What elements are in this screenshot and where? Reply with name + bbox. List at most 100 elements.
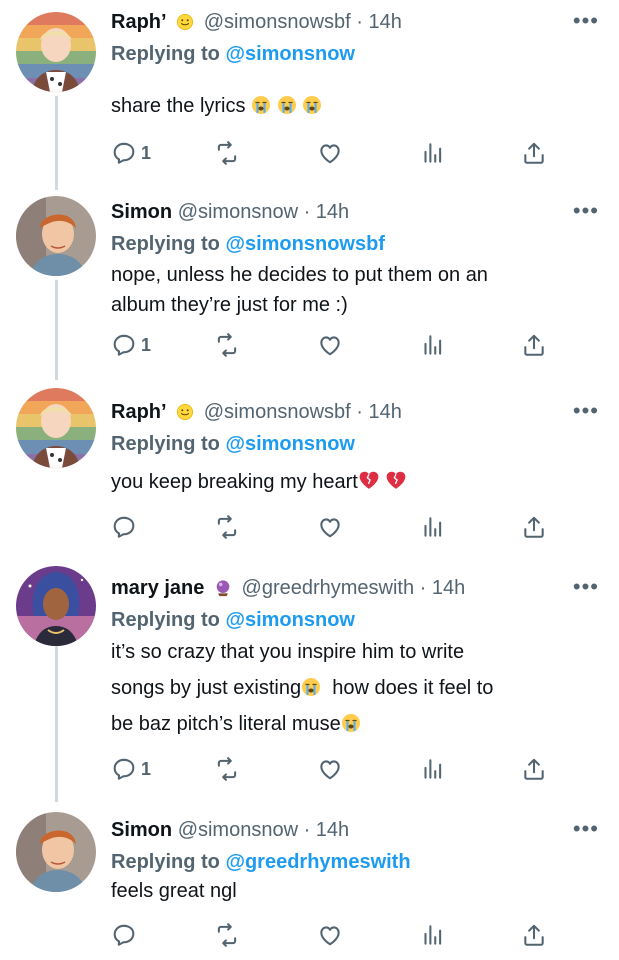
broken-heart-emoji bbox=[385, 469, 407, 491]
share-button[interactable] bbox=[521, 756, 547, 782]
sob-emoji bbox=[277, 95, 297, 115]
tweet-text: nope, unless he decides to put them on a… bbox=[111, 260, 601, 320]
tweet-text: share the lyrics bbox=[111, 92, 601, 120]
share-button[interactable] bbox=[521, 140, 547, 166]
like-icon bbox=[317, 756, 343, 782]
tweet-text-line: album they’re just for me :) bbox=[111, 294, 348, 316]
share-button[interactable] bbox=[521, 332, 547, 358]
like-icon bbox=[317, 140, 343, 166]
timestamp[interactable]: · 14h bbox=[304, 201, 350, 223]
tweet-text-segment: be baz pitch’s literal muse bbox=[111, 713, 341, 735]
avatar[interactable] bbox=[16, 812, 96, 892]
timestamp[interactable]: · 14h bbox=[356, 401, 402, 423]
smiley-emoji bbox=[176, 403, 194, 421]
handle[interactable]: @simonsnow bbox=[178, 201, 298, 223]
handle[interactable]: @simonsnowsbf bbox=[204, 11, 351, 33]
avatar[interactable] bbox=[16, 196, 96, 276]
reply-button[interactable]: 1 bbox=[111, 756, 151, 782]
tweet-header: Raph’ @simonsnowsbf · 14h bbox=[111, 398, 402, 426]
more-icon[interactable]: ••• bbox=[573, 8, 599, 34]
sob-emoji bbox=[341, 713, 361, 733]
timestamp[interactable]: · 14h bbox=[420, 577, 466, 599]
like-icon bbox=[317, 922, 343, 948]
views-icon bbox=[419, 922, 445, 948]
tweet-header: mary jane @greedrhymeswith · 14h bbox=[111, 574, 465, 602]
share-icon bbox=[521, 332, 547, 358]
display-name[interactable]: Raph’ bbox=[111, 401, 167, 423]
timestamp[interactable]: · 14h bbox=[356, 11, 402, 33]
views-button[interactable] bbox=[419, 922, 445, 948]
retweet-button[interactable] bbox=[214, 140, 240, 166]
views-icon bbox=[419, 514, 445, 540]
replying-prefix: Replying to bbox=[111, 433, 220, 455]
reply-icon bbox=[111, 922, 137, 948]
reply-button[interactable]: 1 bbox=[111, 332, 151, 358]
like-button[interactable] bbox=[317, 140, 343, 166]
display-name[interactable]: Simon bbox=[111, 201, 172, 223]
like-button[interactable] bbox=[317, 756, 343, 782]
retweet-icon bbox=[214, 922, 240, 948]
display-name[interactable]: Simon bbox=[111, 819, 172, 841]
replying-prefix: Replying to bbox=[111, 851, 220, 873]
avatar[interactable] bbox=[16, 12, 96, 92]
broken-heart-emoji bbox=[358, 469, 380, 491]
tweet[interactable]: Simon @simonsnow · 14h ••• Replying to @… bbox=[0, 808, 619, 960]
mention-link[interactable]: @simonsnow bbox=[225, 609, 355, 631]
tweet-header: Raph’ @simonsnowsbf · 14h bbox=[111, 8, 402, 36]
views-icon bbox=[419, 140, 445, 166]
thread-line bbox=[55, 96, 58, 190]
handle[interactable]: @greedrhymeswith bbox=[242, 577, 415, 599]
views-button[interactable] bbox=[419, 332, 445, 358]
reply-button[interactable] bbox=[111, 514, 141, 540]
like-button[interactable] bbox=[317, 332, 343, 358]
share-icon bbox=[521, 514, 547, 540]
more-icon[interactable]: ••• bbox=[573, 574, 599, 600]
tweet-text: feels great ngl bbox=[111, 876, 601, 906]
tweet-text-line: be baz pitch’s literal muse bbox=[111, 706, 601, 742]
retweet-button[interactable] bbox=[214, 756, 240, 782]
retweet-button[interactable] bbox=[214, 922, 240, 948]
share-button[interactable] bbox=[521, 514, 547, 540]
tweet[interactable]: mary jane @greedrhymeswith · 14h ••• Rep… bbox=[0, 566, 619, 802]
views-button[interactable] bbox=[419, 756, 445, 782]
mention-link[interactable]: @simonsnow bbox=[225, 43, 355, 65]
handle[interactable]: @simonsnow bbox=[178, 819, 298, 841]
avatar[interactable] bbox=[16, 388, 96, 468]
display-name[interactable]: Raph’ bbox=[111, 11, 167, 33]
mention-link[interactable]: @greedrhymeswith bbox=[225, 851, 410, 873]
retweet-icon bbox=[214, 514, 240, 540]
tweet[interactable]: Raph’ @simonsnowsbf · 14h ••• Replying t… bbox=[0, 388, 619, 560]
tweet-text: you keep breaking my heart bbox=[111, 468, 601, 496]
mention-link[interactable]: @simonsnowsbf bbox=[225, 233, 385, 255]
share-button[interactable] bbox=[521, 922, 547, 948]
replying-to: Replying to @simonsnow bbox=[111, 606, 355, 634]
retweet-button[interactable] bbox=[214, 514, 240, 540]
more-icon[interactable]: ••• bbox=[573, 398, 599, 424]
tweet-header: Simon @simonsnow · 14h bbox=[111, 198, 349, 226]
mention-link[interactable]: @simonsnow bbox=[225, 433, 355, 455]
tweet-text-content: feels great ngl bbox=[111, 880, 237, 902]
views-button[interactable] bbox=[419, 514, 445, 540]
more-icon[interactable]: ••• bbox=[573, 198, 599, 224]
replying-prefix: Replying to bbox=[111, 609, 220, 631]
action-bar: 1 bbox=[111, 332, 551, 364]
views-icon bbox=[419, 332, 445, 358]
reply-button[interactable] bbox=[111, 922, 141, 948]
tweet-text-line: songs by just existing how does it feel … bbox=[111, 670, 601, 706]
avatar[interactable] bbox=[16, 566, 96, 646]
tweet[interactable]: Simon @simonsnow · 14h ••• Replying to @… bbox=[0, 190, 619, 380]
reply-count: 1 bbox=[141, 758, 152, 779]
display-name[interactable]: mary jane bbox=[111, 577, 204, 599]
timestamp[interactable]: · 14h bbox=[304, 819, 350, 841]
like-button[interactable] bbox=[317, 514, 343, 540]
handle[interactable]: @simonsnowsbf bbox=[204, 401, 351, 423]
retweet-button[interactable] bbox=[214, 332, 240, 358]
more-icon[interactable]: ••• bbox=[573, 816, 599, 842]
tweet[interactable]: Raph’ @simonsnowsbf · 14h ••• Replying t… bbox=[0, 0, 619, 190]
like-button[interactable] bbox=[317, 922, 343, 948]
action-bar: 1 bbox=[111, 756, 551, 788]
views-button[interactable] bbox=[419, 140, 445, 166]
thread-line bbox=[55, 280, 58, 380]
replying-to: Replying to @simonsnowsbf bbox=[111, 230, 385, 258]
reply-button[interactable]: 1 bbox=[111, 140, 151, 166]
